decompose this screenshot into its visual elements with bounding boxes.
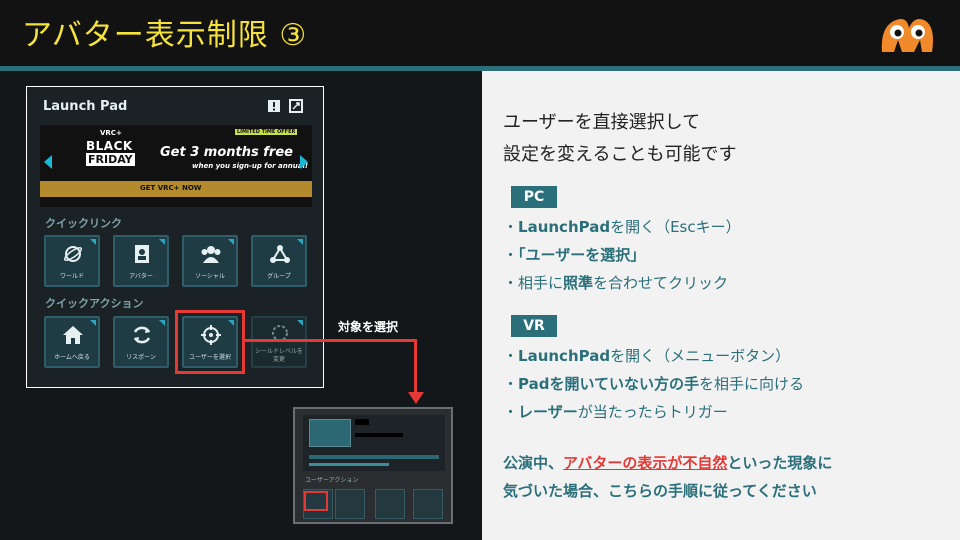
quick-action-label: リスポーン — [126, 354, 156, 361]
world-icon — [63, 246, 83, 262]
vrc-plus-banner[interactable]: VRC+ BLACK FRIDAY LIMITED TIME OFFER Get… — [40, 125, 312, 207]
bullet: ・ — [503, 274, 519, 292]
bullet: ・ — [503, 375, 519, 393]
expand-icon[interactable] — [289, 99, 303, 113]
banner-limited: LIMITED TIME OFFER — [235, 129, 298, 135]
quick-action-label: ホームへ戻る — [54, 354, 90, 361]
note-line-2: 気づいた場合、こちらの手順に従ってください — [503, 482, 817, 500]
connector-line — [414, 339, 417, 395]
vr-step-1: ・LaunchPadを開く（メニューボタン） — [503, 345, 790, 366]
note-post: といった現象に — [727, 454, 833, 472]
vr-step-2-rest: を相手に向ける — [699, 375, 805, 393]
mini-tile — [375, 489, 405, 519]
pc-step-1-rest: を開く（Escキー） — [610, 218, 741, 236]
vr-step-2: ・Padを開いていない方の手を相手に向ける — [503, 373, 804, 394]
aim-text: 照準 — [563, 274, 594, 292]
pc-badge: PC — [511, 186, 557, 208]
banner-prev-icon[interactable] — [44, 155, 52, 169]
mini-select-highlight — [304, 491, 328, 511]
home-icon — [63, 326, 83, 344]
quick-links-label: クイックリンク — [45, 217, 122, 230]
quick-link-label: ソーシャル — [195, 273, 225, 280]
quick-action-home[interactable]: ホームへ戻る — [44, 316, 100, 368]
banner-next-icon[interactable] — [300, 155, 308, 169]
quick-action-shield-level[interactable]: シールドレベルを変更 — [251, 316, 307, 368]
monster-logo-icon — [881, 19, 933, 52]
tile-corner — [159, 320, 165, 326]
tile-corner — [297, 320, 303, 326]
select-user-highlight — [175, 310, 245, 374]
quick-link-group[interactable]: グループ — [251, 235, 307, 287]
launchpad-text: LaunchPad — [518, 218, 611, 236]
tile-corner — [159, 239, 165, 245]
note-highlight: アバターの表示が不自然 — [563, 454, 728, 472]
vr-step-3: ・レーザーが当たったらトリガー — [503, 401, 728, 422]
mini-thumbnail — [309, 419, 351, 447]
shield-icon — [272, 325, 288, 341]
quick-link-social[interactable]: ソーシャル — [182, 235, 238, 287]
alert-icon[interactable] — [267, 99, 281, 113]
banner-vrc-plus: VRC+ — [100, 129, 122, 137]
pc-step-1: ・LaunchPadを開く（Escキー） — [503, 216, 741, 237]
quick-link-label: ワールド — [59, 273, 84, 280]
pc-step-3-b: を合わせてクリック — [593, 274, 729, 292]
quick-link-avatar[interactable]: アバター — [113, 235, 169, 287]
arrow-down-icon — [408, 392, 424, 404]
quick-link-label: グループ — [267, 273, 291, 280]
intro-line-1: ユーザーを直接選択して — [503, 112, 701, 133]
bullet: ・ — [503, 246, 519, 264]
mini-bar — [309, 463, 389, 466]
quick-action-label: シールドレベルを変更 — [254, 348, 303, 363]
launchpad-text: LaunchPad — [518, 347, 611, 365]
redaction — [355, 419, 369, 425]
banner-subline: when you sign-up for annual! — [192, 162, 309, 170]
quick-link-world[interactable]: ワールド — [44, 235, 100, 287]
vr-step-1-rest: を開く（メニューボタン） — [610, 347, 791, 365]
tile-corner — [228, 239, 234, 245]
social-icon — [201, 246, 221, 263]
select-user-text: 「ユーザーを選択」 — [518, 246, 646, 264]
launch-pad-title: Launch Pad — [43, 99, 128, 114]
callout-label: 対象を選択 — [338, 320, 399, 334]
mini-section-label: ユーザーアクション — [305, 477, 359, 484]
pc-step-3-a: 相手に — [518, 274, 564, 292]
mini-bar — [309, 455, 439, 459]
note-line-1: 公演中、アバターの表示が不自然といった現象に — [503, 452, 832, 473]
redaction — [355, 433, 403, 437]
quick-actions-label: クイックアクション — [45, 297, 144, 310]
mini-user-panel — [303, 415, 445, 471]
user-action-screenshot: ユーザーアクション — [293, 407, 453, 524]
respawn-icon — [133, 326, 151, 344]
other-hand-text: Padを開いていない方の手 — [518, 375, 700, 393]
header-bar: アバター表示制限 ③ — [0, 0, 960, 66]
vr-badge: VR — [511, 315, 557, 337]
avatar-icon — [135, 245, 149, 263]
quick-link-label: アバター — [129, 273, 153, 280]
laser-text: レーザー — [518, 403, 578, 421]
bullet: ・ — [503, 347, 519, 365]
page-title: アバター表示制限 ③ — [22, 18, 308, 53]
banner-cta[interactable]: GET VRC+ NOW — [140, 184, 202, 192]
bullet: ・ — [503, 218, 519, 236]
tile-corner — [90, 320, 96, 326]
pc-step-2: ・「ユーザーを選択」 — [503, 244, 645, 265]
bullet: ・ — [503, 403, 519, 421]
banner-headline: Get 3 months free — [160, 145, 293, 160]
group-icon — [270, 245, 290, 263]
banner-friday: FRIDAY — [86, 153, 135, 166]
pc-step-3: ・相手に照準を合わせてクリック — [503, 272, 728, 293]
vr-step-3-rest: が当たったらトリガー — [577, 403, 728, 421]
mini-tile — [413, 489, 443, 519]
tile-corner — [297, 239, 303, 245]
quick-action-respawn[interactable]: リスポーン — [113, 316, 169, 368]
banner-black: BLACK — [86, 139, 133, 153]
note-pre: 公演中、 — [503, 454, 564, 472]
mini-tile — [335, 489, 365, 519]
intro-line-2: 設定を変えることも可能です — [503, 144, 737, 165]
tile-corner — [90, 239, 96, 245]
connector-line — [245, 339, 417, 342]
